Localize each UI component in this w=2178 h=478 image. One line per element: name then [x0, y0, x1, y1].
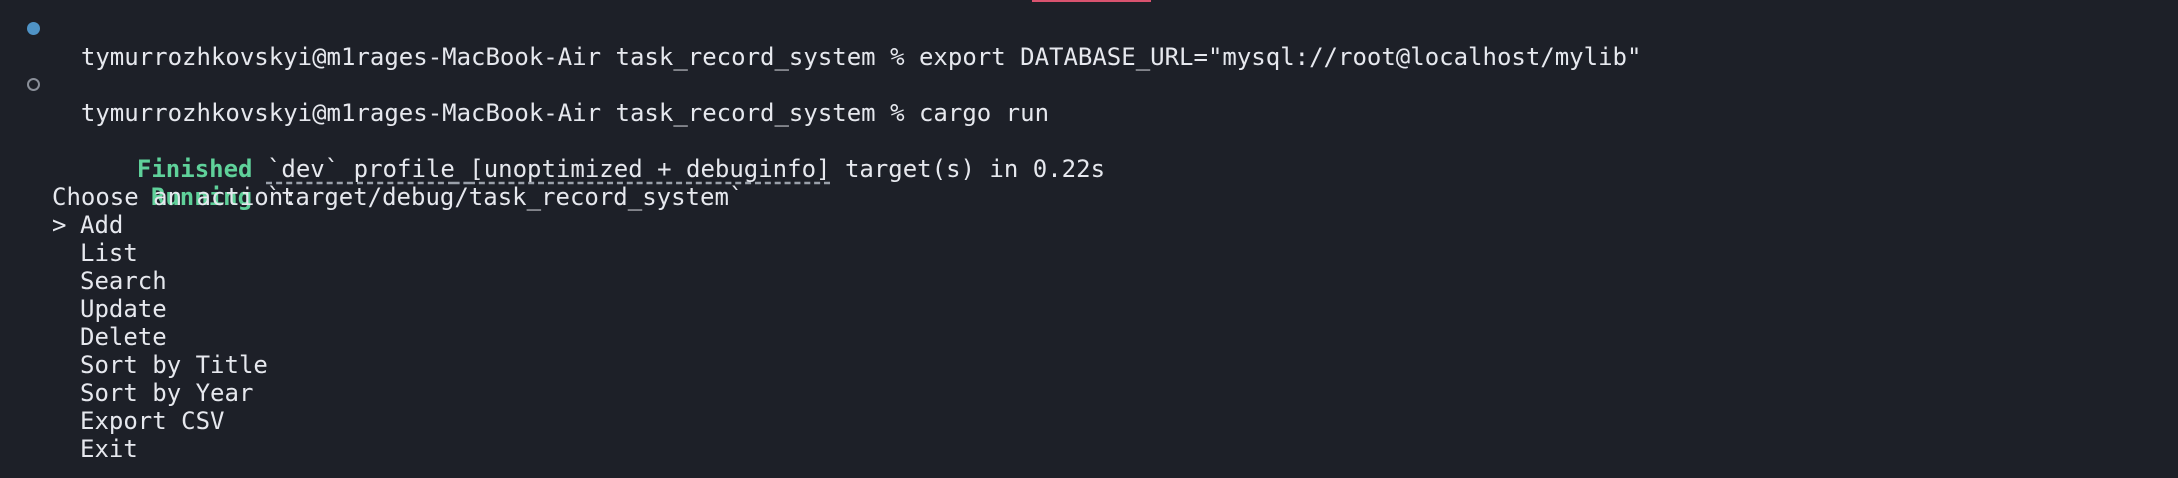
menu-item-label: Sort by Year: [80, 379, 254, 407]
menu-item-list[interactable]: List: [52, 239, 138, 267]
menu-item-delete[interactable]: Delete: [52, 323, 167, 351]
build-finished-line: Finished `dev` profile [unoptimized + de…: [108, 127, 1105, 183]
menu-item-label: Add: [80, 211, 124, 239]
menu-item-exit[interactable]: Exit: [52, 435, 138, 463]
menu-item-export-csv[interactable]: Export CSV: [52, 407, 225, 435]
menu-item-sort-by-title[interactable]: Sort by Title: [52, 351, 268, 379]
command-status-success-icon[interactable]: [27, 22, 40, 35]
finished-time-text: target(s) in 0.22s: [844, 155, 1106, 183]
shell-prompt: tymurrozhkovskyi@m1rages-MacBook-Air tas…: [80, 99, 905, 127]
running-binary-path: `target/debug/task_record_system`: [266, 183, 744, 211]
shell-command: export DATABASE_URL="mysql://root@localh…: [918, 43, 1642, 71]
menu-item-label: Sort by Title: [80, 351, 268, 379]
menu-item-label: Export CSV: [80, 407, 225, 435]
shell-prompt: tymurrozhkovskyi@m1rages-MacBook-Air tas…: [80, 43, 905, 71]
menu-item-update[interactable]: Update: [52, 295, 167, 323]
active-tab-indicator: [1032, 0, 1151, 2]
build-running-line: Running `target/debug/task_record_system…: [122, 155, 743, 211]
menu-item-label: List: [80, 239, 138, 267]
menu-item-add[interactable]: > Add: [52, 211, 123, 239]
shell-command: cargo run: [918, 99, 1050, 127]
command-line-1: tymurrozhkovskyi@m1rages-MacBook-Air tas…: [52, 15, 1642, 71]
command-status-running-icon[interactable]: [27, 78, 40, 91]
menu-item-sort-by-year[interactable]: Sort by Year: [52, 379, 253, 407]
menu-heading: Choose an action:: [52, 183, 298, 211]
menu-item-search[interactable]: Search: [52, 267, 167, 295]
command-line-2: tymurrozhkovskyi@m1rages-MacBook-Air tas…: [52, 71, 1049, 127]
selection-cursor-icon: >: [52, 211, 67, 239]
menu-item-label: Delete: [80, 323, 167, 351]
menu-item-label: Update: [80, 295, 167, 323]
menu-item-label: Exit: [80, 435, 138, 463]
menu-item-label: Search: [80, 267, 167, 295]
